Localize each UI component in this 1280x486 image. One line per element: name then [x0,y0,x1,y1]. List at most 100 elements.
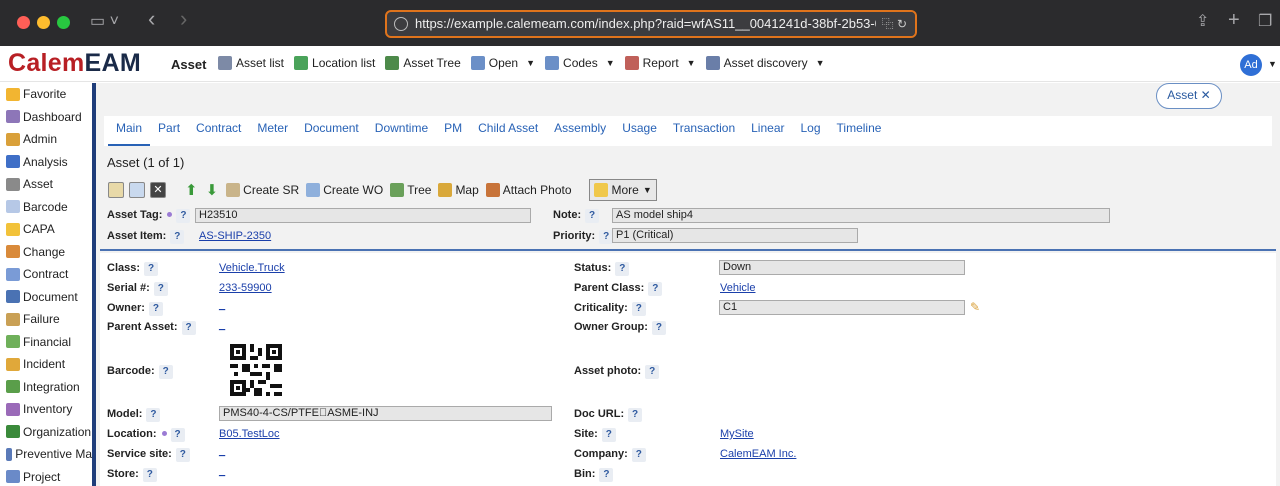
sidebar-item-favorite[interactable]: Favorite [0,83,92,106]
site-link[interactable]: MySite [720,428,754,440]
note-field[interactable]: AS model ship4 [612,208,1110,223]
help-icon[interactable]: ? [585,209,600,223]
priority-field[interactable]: P1 (Critical) [612,228,858,243]
tab-linear[interactable]: Linear [743,116,792,146]
create-wo-button[interactable]: Create WO [306,183,383,197]
sidebar-item-admin[interactable]: Admin [0,128,92,151]
criticality-field[interactable]: C1 [719,300,965,315]
map-button[interactable]: Map [438,183,479,197]
back-button[interactable]: ‹ [148,8,155,30]
sidebar-item-dashboard[interactable]: Dashboard [0,106,92,129]
tab-main[interactable]: Main [108,116,151,146]
tab-pm[interactable]: PM [436,116,470,146]
owner-link[interactable]: _ [219,299,225,311]
menu-item-report[interactable]: Report ▼ [624,56,696,70]
tab-meter[interactable]: Meter [249,116,296,146]
sidebar-item-contract[interactable]: Contract [0,263,92,286]
tab-overview-icon[interactable]: ❐ [1258,12,1272,32]
tab-downtime[interactable]: Downtime [367,116,436,146]
next-arrow-icon[interactable]: ⬇ [206,181,219,199]
help-icon[interactable]: ? [601,428,616,442]
model-field[interactable]: PMS40-4-CS/PTFE ASME-INJ [219,406,552,421]
zoom-window-button[interactable] [57,16,70,29]
more-button[interactable]: More ▼ [588,179,657,201]
sidebar-item-incident[interactable]: Incident [0,353,92,376]
share-icon[interactable]: ⇪ [1196,12,1209,32]
menu-item-asset-tree[interactable]: Asset Tree [385,56,461,70]
sidebar-item-document[interactable]: Document [0,286,92,309]
tab-log[interactable]: Log [792,116,828,146]
help-icon[interactable]: ? [648,282,663,296]
location-link[interactable]: B05.TestLoc [219,428,280,440]
forward-button[interactable]: › [180,8,187,30]
sidebar-toggle-icon[interactable]: ▭ ˅ [90,12,119,32]
help-icon[interactable]: ? [631,448,646,462]
save-close-icon[interactable] [129,182,145,198]
help-icon[interactable]: ? [170,230,185,244]
help-icon[interactable]: ? [158,365,173,379]
previous-arrow-icon[interactable]: ⬆ [185,181,198,199]
menu-item-open[interactable]: Open ▼ [470,56,535,70]
sidebar-item-failure[interactable]: Failure [0,308,92,331]
asset-item-link[interactable]: AS-SHIP-2350 [199,230,271,242]
sidebar-item-analysis[interactable]: Analysis [0,151,92,174]
help-icon[interactable]: ? [628,408,643,422]
tab-contract[interactable]: Contract [188,116,249,146]
help-icon[interactable]: ? [144,262,159,276]
translate-reload-icons[interactable]: ⿻ ↻ [875,12,915,36]
edit-pencil-icon[interactable]: ✎ [970,300,980,314]
menu-item-asset-discovery[interactable]: Asset discovery ▼ [705,56,825,70]
help-icon[interactable]: ? [651,321,666,335]
minimize-window-button[interactable] [37,16,50,29]
tab-child-asset[interactable]: Child Asset [470,116,546,146]
company-link[interactable]: CalemEAM Inc. [720,448,796,460]
attach-photo-button[interactable]: Attach Photo [485,183,572,197]
status-field[interactable]: Down [719,260,965,275]
sidebar-item-project[interactable]: Project [0,466,92,486]
help-icon[interactable]: ? [142,468,157,482]
tab-usage[interactable]: Usage [614,116,665,146]
help-icon[interactable]: ? [181,321,196,335]
close-icon[interactable]: ✕ [150,182,166,198]
address-bar[interactable]: https://example.calemeam.com/index.php?r… [385,10,917,38]
store-link[interactable]: _ [219,465,225,477]
tab-transaction[interactable]: Transaction [665,116,743,146]
tab-part[interactable]: Part [150,116,188,146]
open-tab-asset[interactable]: Asset ✕ [1156,83,1222,109]
sidebar-item-financial[interactable]: Financial [0,331,92,354]
serial-link[interactable]: 233-59900 [219,282,272,294]
sidebar-item-organization[interactable]: Organization [0,421,92,444]
help-icon[interactable]: ? [176,209,191,223]
asset-tag-field[interactable]: H23510 [195,208,531,223]
service-site-link[interactable]: _ [219,445,225,457]
help-icon[interactable]: ? [170,428,185,442]
help-icon[interactable]: ? [615,262,630,276]
new-tab-button[interactable]: + [1228,10,1240,30]
tab-timeline[interactable]: Timeline [829,116,890,146]
help-icon[interactable]: ? [153,282,168,296]
sidebar-item-change[interactable]: Change [0,241,92,264]
menu-item-codes[interactable]: Codes ▼ [545,56,615,70]
help-icon[interactable]: ? [175,448,190,462]
sidebar-item-inventory[interactable]: Inventory [0,398,92,421]
sidebar-item-barcode[interactable]: Barcode [0,196,92,219]
help-icon[interactable]: ? [599,468,614,482]
help-icon[interactable]: ? [631,302,646,316]
close-window-button[interactable] [17,16,30,29]
sidebar-item-preventive-ma[interactable]: Preventive Ma [0,443,92,466]
parent-asset-link[interactable]: _ [219,319,225,331]
chevron-down-icon[interactable]: ▼ [1268,59,1277,69]
parent-class-link[interactable]: Vehicle [720,282,755,294]
tab-document[interactable]: Document [296,116,367,146]
tab-assembly[interactable]: Assembly [546,116,614,146]
menu-item-asset-list[interactable]: Asset list [218,56,284,70]
help-icon[interactable]: ? [645,365,660,379]
user-avatar[interactable]: Ad [1240,54,1262,76]
tree-button[interactable]: Tree [390,183,431,197]
menu-item-location-list[interactable]: Location list [294,56,375,70]
help-icon[interactable]: ? [148,302,163,316]
sidebar-item-asset[interactable]: Asset [0,173,92,196]
save-icon[interactable] [108,182,124,198]
create-sr-button[interactable]: Create SR [226,183,299,197]
sidebar-item-capa[interactable]: CAPA [0,218,92,241]
